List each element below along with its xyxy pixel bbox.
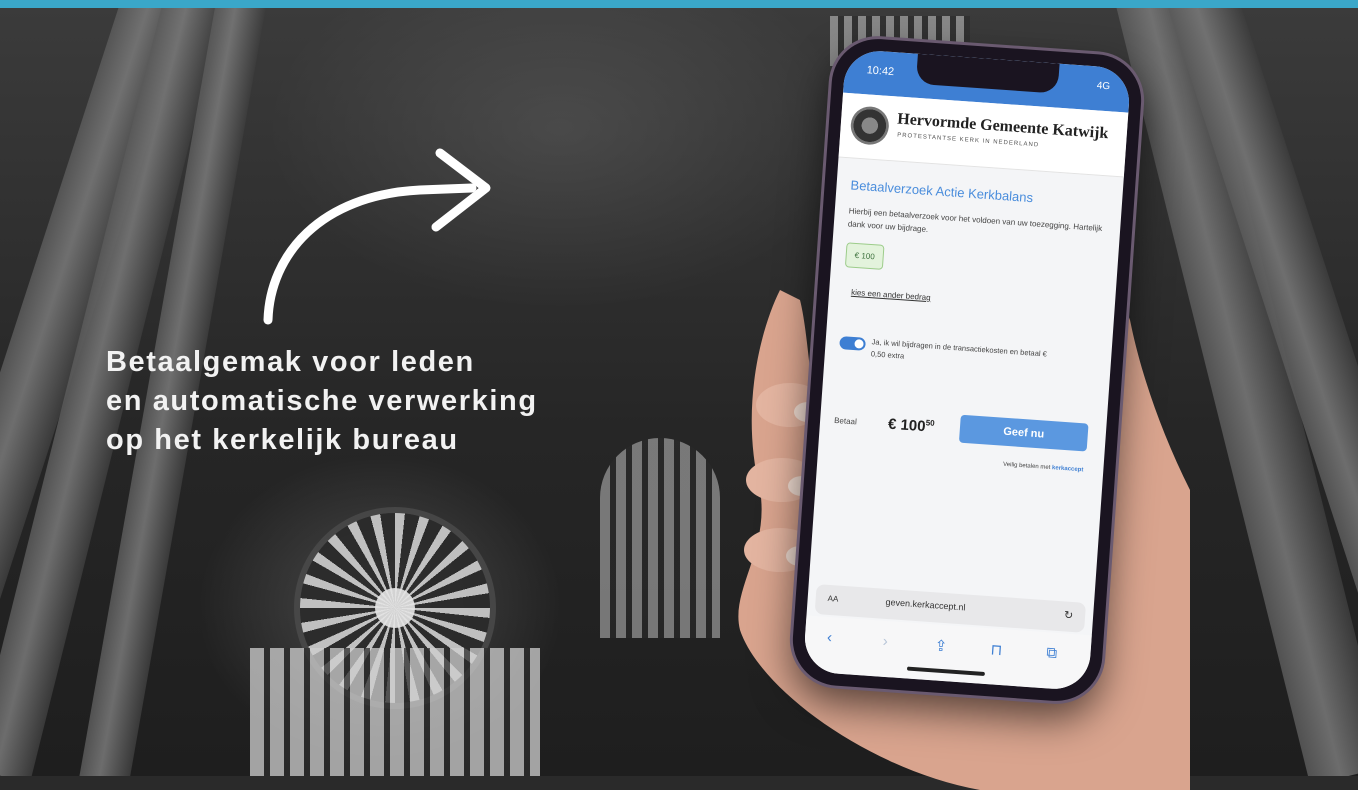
request-body: Hierbij een betaalverzoek voor het voldo… xyxy=(847,206,1103,234)
share-icon[interactable]: ⇪ xyxy=(934,636,948,655)
url-text: geven.kerkaccept.nl xyxy=(885,596,966,613)
headline-line-3: op het kerkelijk bureau xyxy=(106,424,459,456)
pay-amount-cents: 50 xyxy=(925,418,935,428)
stained-glass-window-side xyxy=(600,438,720,638)
headline-line-2: en automatische verwerking xyxy=(106,385,538,417)
transaction-cost-toggle-row: Ja, ik wil bijdragen in de transactiekos… xyxy=(838,334,1097,380)
lancet-windows xyxy=(250,648,540,776)
rose-window-center xyxy=(375,588,415,628)
other-amount-link[interactable]: kies een ander bedrag xyxy=(851,288,1101,314)
top-accent-bar xyxy=(0,0,1358,8)
pay-label: Betaal xyxy=(833,415,858,427)
headline: Betaalgemak voor leden en automatische v… xyxy=(106,343,666,460)
powered-by: Veilig betalen met kerkaccept xyxy=(832,450,1090,474)
transaction-cost-toggle[interactable] xyxy=(839,336,866,351)
status-time: 10:42 xyxy=(866,64,895,79)
signal-battery-icon: 4G xyxy=(1096,80,1111,93)
amount-option-button[interactable]: € 100 xyxy=(844,242,885,270)
curved-arrow-icon xyxy=(263,148,491,325)
give-now-button[interactable]: Geef nu xyxy=(958,414,1089,452)
tabs-icon[interactable]: ⧉ xyxy=(1046,644,1058,662)
phone-screen: 10:42 4G Hervormde Gemeente Katwijk PROT… xyxy=(802,48,1132,692)
headline-line-1: Betaalgemak voor leden xyxy=(106,346,475,378)
pay-row: Betaal € 10050 Geef nu xyxy=(833,406,1092,454)
powered-prefix: Veilig betalen met xyxy=(1002,461,1051,472)
bookmarks-icon[interactable]: ⊓ xyxy=(990,640,1003,659)
forward-icon[interactable]: › xyxy=(882,633,888,650)
payment-request: Betaalverzoek Actie Kerkbalans Hierbij e… xyxy=(832,177,1109,473)
request-title: Betaalverzoek Actie Kerkbalans xyxy=(850,177,1034,206)
back-icon[interactable]: ‹ xyxy=(826,629,832,646)
kerkaccept-brand: kerkaccept xyxy=(1051,465,1084,474)
pay-amount: € 10050 xyxy=(887,416,935,436)
reader-aa-button[interactable]: AA xyxy=(827,594,838,604)
pay-amount-main: € 100 xyxy=(887,415,927,436)
church-seal-logo xyxy=(849,105,891,146)
smartphone: 10:42 4G Hervormde Gemeente Katwijk PROT… xyxy=(789,35,1145,705)
reload-icon[interactable]: ↻ xyxy=(1063,608,1073,622)
home-indicator xyxy=(906,666,985,676)
toggle-label: Ja, ik wil bijdragen in de transactiekos… xyxy=(870,337,1048,361)
